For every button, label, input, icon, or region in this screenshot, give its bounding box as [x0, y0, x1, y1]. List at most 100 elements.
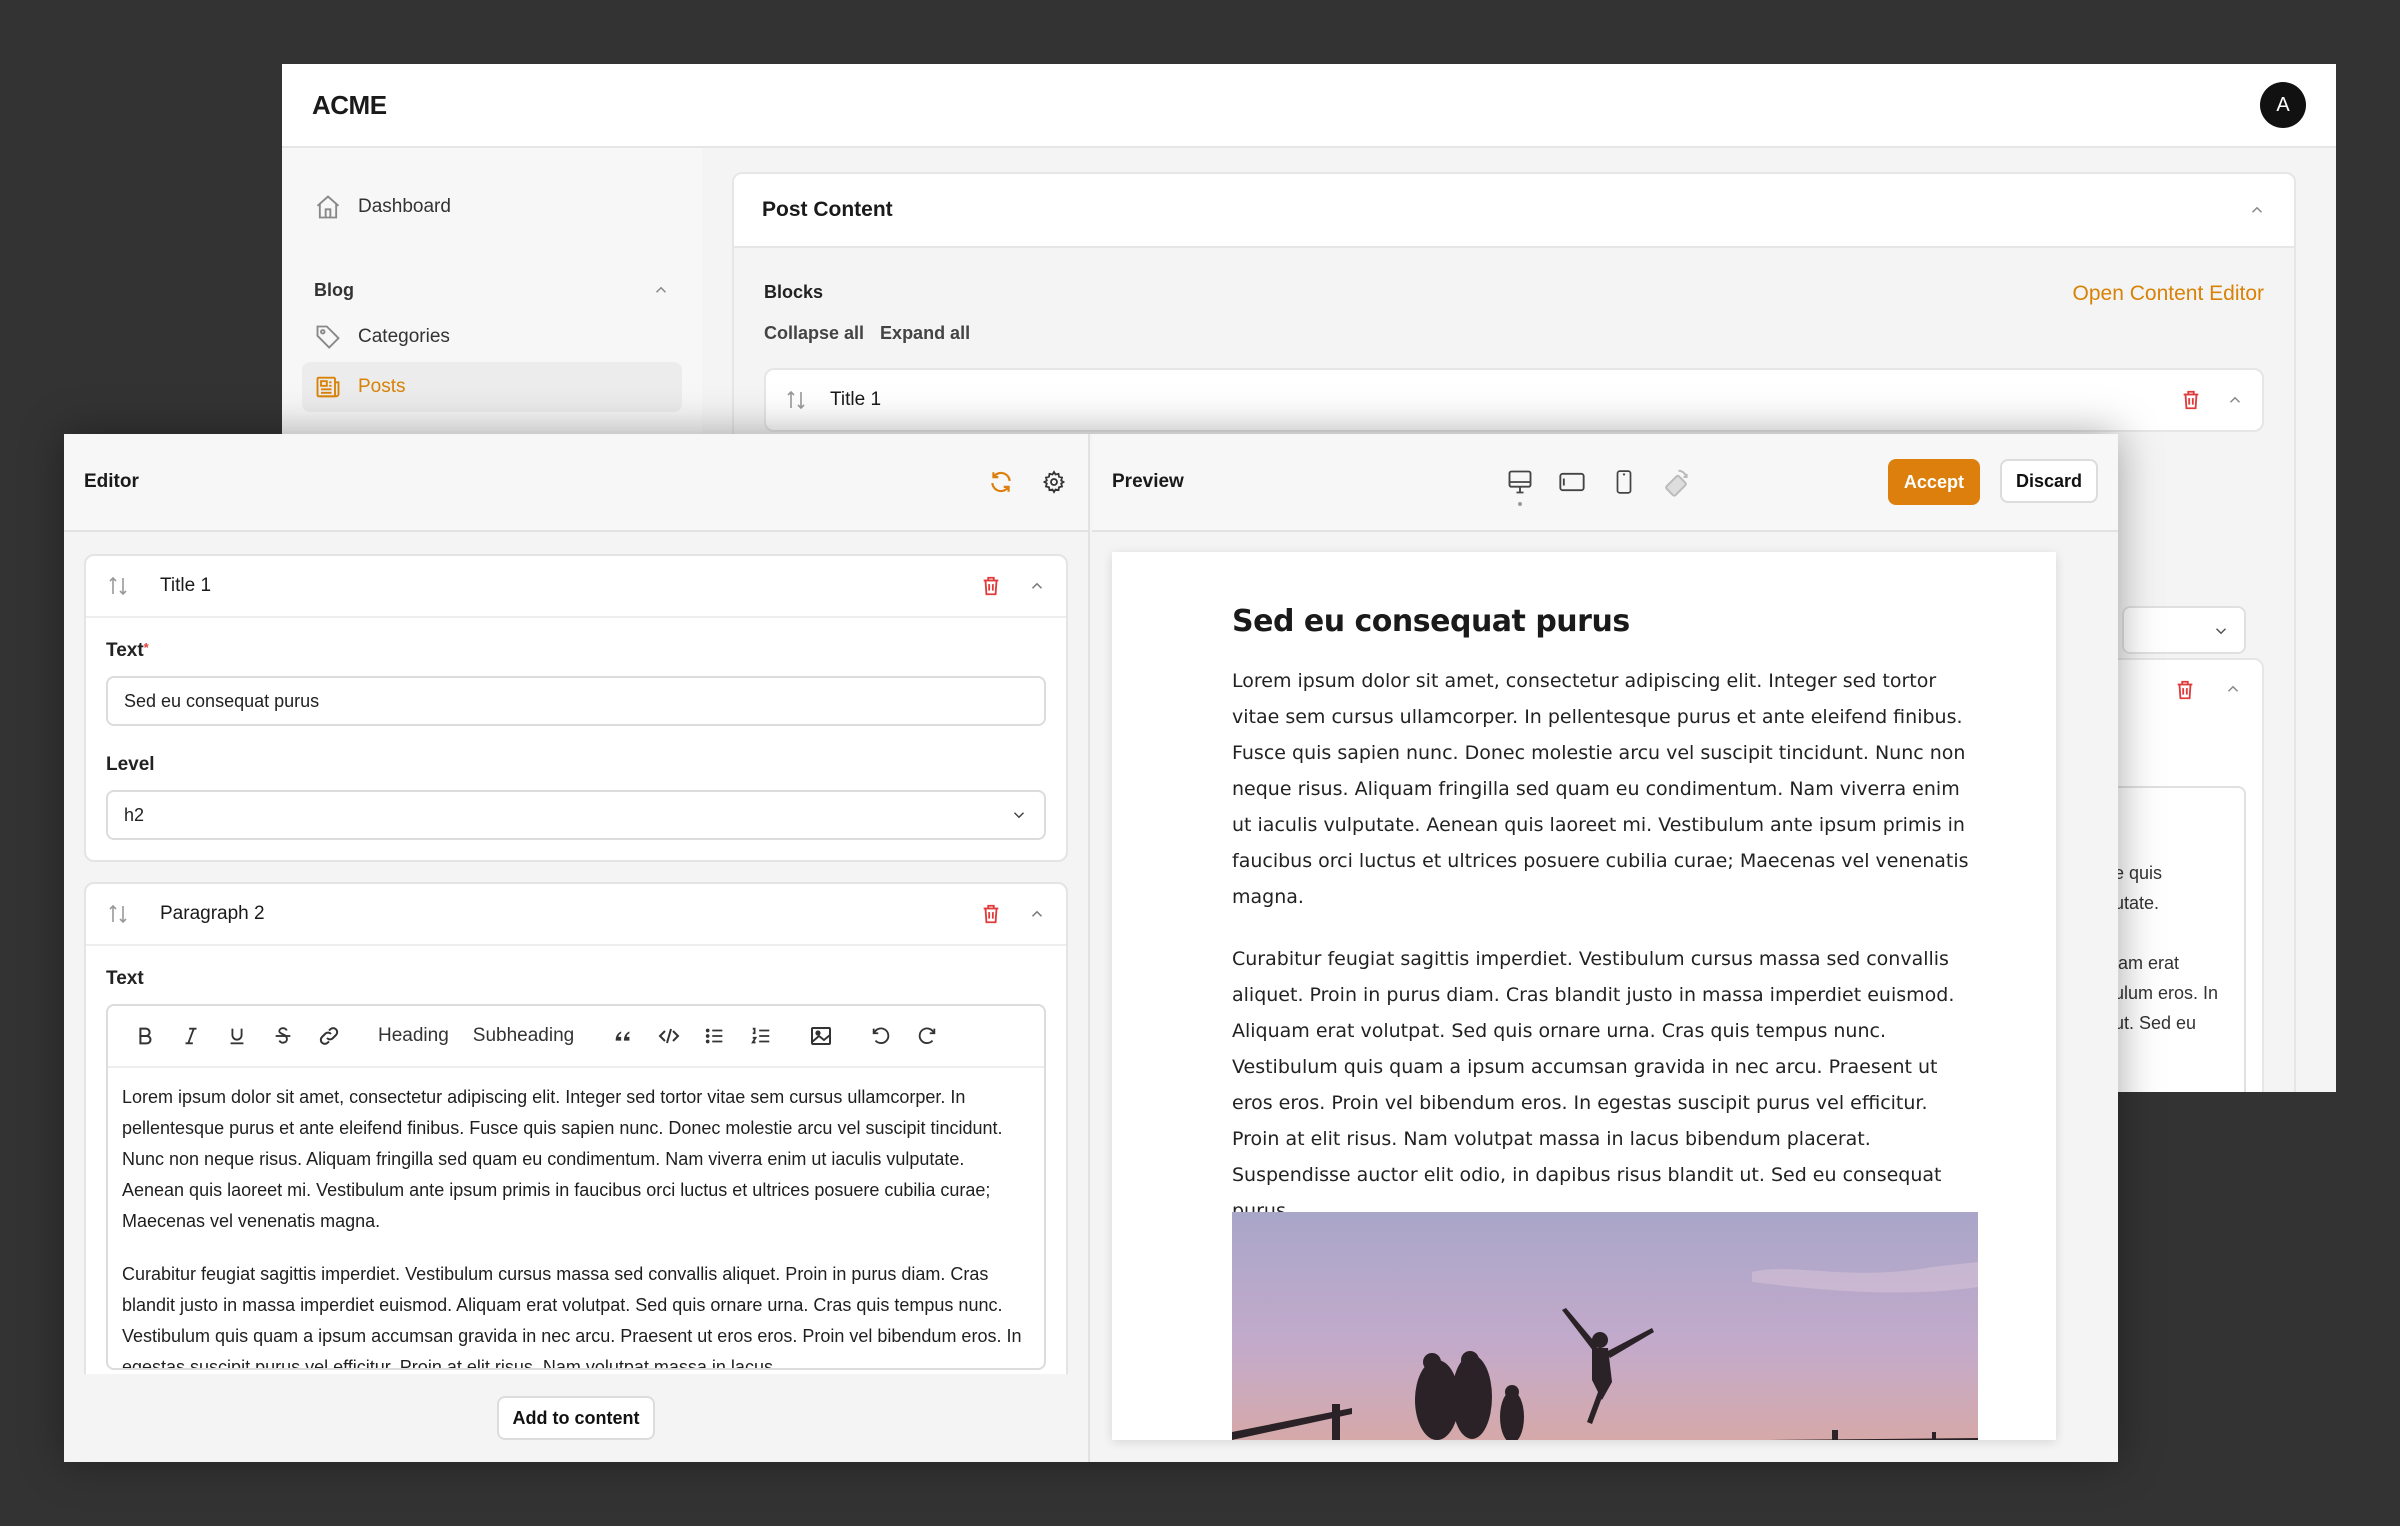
- preview-pane: Preview Accept Discard Sed eu consequat …: [1092, 434, 2118, 1462]
- editor-blocks-list[interactable]: Title 1 Text* Sed eu consequat purus Lev…: [64, 534, 1088, 1374]
- peek-line: ut. Sed eu: [2114, 1013, 2197, 1033]
- post-content-header[interactable]: Post Content: [734, 174, 2294, 246]
- sidebar-item-posts[interactable]: Posts: [302, 362, 682, 412]
- chevron-up-icon[interactable]: [2248, 201, 2266, 219]
- editor-title: Editor: [84, 471, 139, 492]
- logo: ACME: [312, 89, 387, 120]
- peek-line: e quis: [2114, 863, 2163, 883]
- title-text-input[interactable]: Sed eu consequat purus: [106, 676, 1046, 726]
- block-body: Text Heading Subheading Lorem ipsum dolo…: [86, 946, 1066, 1374]
- heading-button[interactable]: Heading: [366, 1016, 461, 1056]
- strikethrough-icon[interactable]: [260, 1016, 306, 1056]
- block-header[interactable]: Title 1: [86, 556, 1066, 618]
- underline-icon[interactable]: [214, 1016, 260, 1056]
- open-content-editor-link[interactable]: Open Content Editor: [2073, 282, 2264, 306]
- peek-line: ulum eros. In: [2114, 983, 2219, 1003]
- text-field-label: Text*: [106, 640, 1046, 662]
- gear-icon[interactable]: [1042, 470, 1066, 494]
- editor-footer: Add to content: [64, 1374, 1088, 1462]
- bg-block-title-label: Title 1: [830, 389, 882, 410]
- trash-icon[interactable]: [980, 574, 1002, 598]
- rte-toolbar: Heading Subheading: [108, 1006, 1044, 1068]
- sidebar-item-categories[interactable]: Categories: [302, 312, 682, 362]
- sidebar-group-blog[interactable]: Blog: [302, 268, 682, 312]
- link-icon[interactable]: [306, 1016, 352, 1056]
- sidebar-group-label: Blog: [314, 279, 354, 300]
- peek-line: [2108, 918, 2244, 948]
- post-content-title: Post Content: [762, 198, 893, 221]
- text-label: Text: [106, 640, 144, 661]
- peek-line: utate.: [2114, 893, 2160, 913]
- trash-icon[interactable]: [2174, 678, 2196, 702]
- chevron-up-icon[interactable]: [2226, 391, 2244, 409]
- editor-header: Editor: [64, 434, 1088, 532]
- trash-icon[interactable]: [2180, 388, 2202, 412]
- sidebar-item-label: Posts: [358, 376, 406, 397]
- chevron-up-icon[interactable]: [1028, 577, 1046, 595]
- block-title-label: Title 1: [160, 575, 212, 596]
- sidebar-item-label: Dashboard: [358, 196, 451, 217]
- reorder-icon[interactable]: [784, 388, 808, 412]
- collapse-all-button[interactable]: Collapse all: [764, 323, 864, 344]
- reorder-icon[interactable]: [106, 902, 130, 926]
- numbered-list-icon[interactable]: [738, 1016, 784, 1056]
- block-title: Title 1 Text* Sed eu consequat purus Lev…: [84, 554, 1068, 862]
- block-body: Text* Sed eu consequat purus Level h2: [86, 618, 1066, 860]
- home-icon: [314, 193, 342, 221]
- newspaper-icon: [314, 373, 342, 401]
- preview-paragraph: Lorem ipsum dolor sit amet, consectetur …: [1232, 670, 1969, 908]
- title-text-value: Sed eu consequat purus: [124, 690, 320, 711]
- image-icon[interactable]: [798, 1016, 844, 1056]
- preview-title: Preview: [1112, 471, 1184, 492]
- level-field-label: Level: [106, 754, 155, 775]
- peek-line: iam erat: [2114, 953, 2180, 973]
- bold-icon[interactable]: [122, 1016, 168, 1056]
- quote-icon[interactable]: [600, 1016, 646, 1056]
- chevron-up-icon: [652, 281, 670, 299]
- active-device-dot: [1518, 502, 1522, 506]
- reorder-icon[interactable]: [106, 574, 130, 598]
- level-select[interactable]: h2: [106, 790, 1046, 840]
- rte-content[interactable]: Lorem ipsum dolor sit amet, consectetur …: [108, 1068, 1044, 1368]
- add-to-content-button[interactable]: Add to content: [496, 1396, 656, 1440]
- bg-paragraph-peek: e quis utate. iam erat ulum eros. In ut.…: [2106, 786, 2246, 1092]
- avatar[interactable]: A: [2260, 82, 2306, 128]
- discard-button[interactable]: Discard: [1999, 459, 2098, 503]
- sidebar-item-label: Categories: [358, 326, 450, 347]
- blocks-label: Blocks: [764, 282, 824, 302]
- undo-icon[interactable]: [858, 1016, 904, 1056]
- device-switcher: [1504, 462, 1692, 506]
- tablet-icon[interactable]: [1556, 462, 1588, 502]
- chevron-up-icon[interactable]: [1028, 905, 1046, 923]
- text-field-label: Text: [106, 968, 144, 989]
- tag-icon: [314, 323, 342, 351]
- collapse-expand-controls: Collapse all Expand all: [764, 323, 2264, 344]
- bg-block-title[interactable]: Title 1: [764, 368, 2264, 432]
- accept-button[interactable]: Accept: [1887, 459, 1980, 505]
- redo-icon[interactable]: [904, 1016, 950, 1056]
- expand-all-button[interactable]: Expand all: [880, 323, 970, 344]
- bg-level-select[interactable]: [2122, 606, 2246, 654]
- refresh-icon[interactable]: [988, 469, 1014, 495]
- content-editor-window: Editor Title 1 Text* Sed eu consequat pu…: [64, 434, 2118, 1462]
- rotate-icon[interactable]: [1660, 462, 1692, 502]
- rich-text-editor: Heading Subheading Lorem ipsum dolor sit…: [106, 1004, 1046, 1370]
- chevron-up-icon[interactable]: [2224, 680, 2242, 698]
- block-header[interactable]: Paragraph 2: [86, 884, 1066, 946]
- block-title-label: Paragraph 2: [160, 903, 265, 924]
- phone-icon[interactable]: [1608, 462, 1640, 502]
- code-icon[interactable]: [646, 1016, 692, 1056]
- subheading-button[interactable]: Subheading: [461, 1016, 586, 1056]
- preview-frame: Sed eu consequat purus Lorem ipsum dolor…: [1112, 552, 2056, 1440]
- sidebar-item-dashboard[interactable]: Dashboard: [302, 182, 682, 232]
- required-marker: *: [143, 640, 149, 655]
- editor-pane: Editor Title 1 Text* Sed eu consequat pu…: [64, 434, 1090, 1462]
- preview-image: [1232, 1212, 1978, 1440]
- italic-icon[interactable]: [168, 1016, 214, 1056]
- trash-icon[interactable]: [980, 902, 1002, 926]
- desktop-icon[interactable]: [1504, 462, 1536, 506]
- chevron-down-icon: [2212, 622, 2230, 640]
- bullet-list-icon[interactable]: [692, 1016, 738, 1056]
- preview-paragraph: Curabitur feugiat sagittis imperdiet. Ve…: [1232, 948, 1955, 1222]
- block-paragraph: Paragraph 2 Text Heading Subheading Lore…: [84, 882, 1068, 1374]
